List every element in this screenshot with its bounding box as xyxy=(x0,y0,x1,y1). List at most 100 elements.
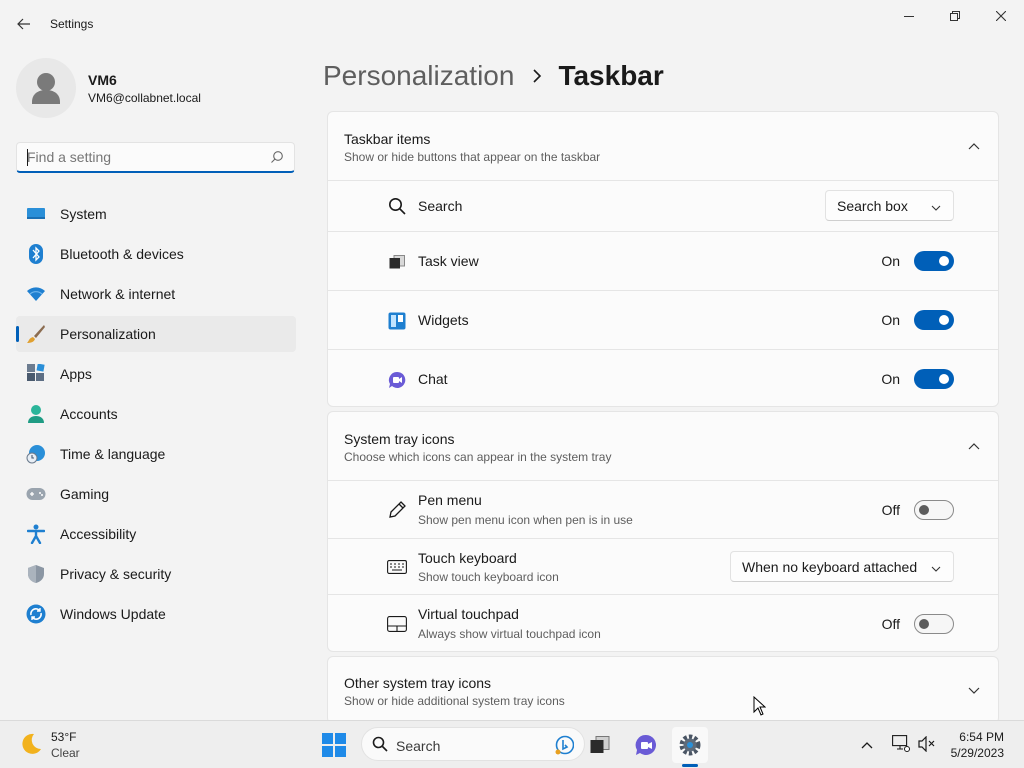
chat-row: Chat On xyxy=(328,349,998,407)
accounts-icon xyxy=(26,404,46,424)
globe-clock-icon xyxy=(26,444,46,464)
chat-button[interactable] xyxy=(628,727,664,763)
sidebar-item-personalization[interactable]: Personalization xyxy=(16,316,296,352)
clock-date[interactable]: 5/29/2023 xyxy=(951,746,1004,760)
row-label: Widgets xyxy=(418,312,469,328)
taskbar-search[interactable]: Search xyxy=(361,727,585,761)
avatar[interactable] xyxy=(16,58,76,118)
close-button[interactable] xyxy=(978,0,1024,32)
weather-condition[interactable]: Clear xyxy=(51,746,80,760)
chevron-up-icon[interactable] xyxy=(966,138,982,154)
mouse-cursor-icon xyxy=(753,695,767,721)
widgets-icon xyxy=(387,311,407,331)
network-icon[interactable] xyxy=(892,735,910,758)
widgets-toggle[interactable] xyxy=(914,310,954,330)
chevron-down-icon xyxy=(931,200,941,216)
virtual-touchpad-toggle[interactable] xyxy=(914,614,954,634)
task-view-icon xyxy=(590,736,610,753)
touch-keyboard-dropdown[interactable]: When no keyboard attached xyxy=(730,551,954,582)
settings-search[interactable] xyxy=(16,142,295,173)
sidebar-item-apps[interactable]: Apps xyxy=(16,356,296,392)
system-tray-header[interactable]: System tray icons Choose which icons can… xyxy=(328,412,998,480)
back-button[interactable] xyxy=(12,12,36,36)
sidebar-item-gaming[interactable]: Gaming xyxy=(16,476,296,512)
search-input[interactable] xyxy=(17,143,257,171)
taskbar-items-header[interactable]: Taskbar items Show or hide buttons that … xyxy=(328,112,998,180)
taskbar-search-label: Search xyxy=(396,738,441,754)
sidebar-item-label: Time & language xyxy=(60,446,166,462)
sidebar-item-accounts[interactable]: Accounts xyxy=(16,396,296,432)
weather-temperature[interactable]: 53°F xyxy=(51,730,76,744)
chevron-down-icon[interactable] xyxy=(966,683,982,699)
update-icon xyxy=(26,604,46,624)
volume-muted-icon[interactable] xyxy=(918,735,936,757)
pen-icon xyxy=(387,500,407,520)
search-icon xyxy=(387,196,407,216)
maximize-button[interactable] xyxy=(932,0,978,32)
settings-gear-icon xyxy=(679,734,701,756)
search-icon xyxy=(372,736,388,757)
search-icon xyxy=(270,150,284,169)
breadcrumb-parent[interactable]: Personalization xyxy=(323,60,514,92)
row-label: Touch keyboard xyxy=(418,550,517,566)
chat-icon xyxy=(635,734,656,755)
back-arrow-icon xyxy=(17,18,30,30)
chat-toggle[interactable] xyxy=(914,369,954,389)
pen-menu-row: Pen menu Show pen menu icon when pen is … xyxy=(328,480,998,538)
chat-icon xyxy=(387,370,407,390)
minimize-button[interactable] xyxy=(886,0,932,32)
sidebar-item-bluetooth[interactable]: Bluetooth & devices xyxy=(16,236,296,272)
toggle-state-text: Off xyxy=(881,502,900,518)
task-view-button[interactable] xyxy=(582,727,618,763)
bluetooth-icon xyxy=(26,244,46,264)
task-view-icon xyxy=(387,252,407,272)
toggle-state-text: Off xyxy=(881,616,900,632)
other-tray-header[interactable]: Other system tray icons Show or hide add… xyxy=(328,657,998,725)
brush-icon xyxy=(26,324,46,344)
sidebar-item-label: Accessibility xyxy=(60,526,137,542)
settings-app-button[interactable] xyxy=(672,727,708,763)
minimize-icon xyxy=(904,16,914,17)
sidebar-item-accessibility[interactable]: Accessibility xyxy=(16,516,296,552)
chevron-up-icon[interactable] xyxy=(966,438,982,454)
search-mode-dropdown[interactable]: Search box xyxy=(825,190,954,221)
windows-start-icon[interactable] xyxy=(322,733,346,762)
sidebar-item-privacy[interactable]: Privacy & security xyxy=(16,556,296,592)
sidebar-item-label: System xyxy=(60,206,107,222)
restore-icon xyxy=(950,11,960,21)
bing-icon[interactable] xyxy=(554,734,575,761)
task-view-row: Task view On xyxy=(328,231,998,290)
breadcrumb: Personalization Taskbar xyxy=(323,58,664,94)
page-title: Taskbar xyxy=(558,60,664,91)
card-subtitle: Choose which icons can appear in the sys… xyxy=(344,450,612,464)
sidebar-item-windows-update[interactable]: Windows Update xyxy=(16,596,296,632)
search-row: Search Search box xyxy=(328,180,998,231)
close-icon xyxy=(996,11,1006,21)
sidebar-item-label: Personalization xyxy=(60,326,156,342)
dropdown-value: When no keyboard attached xyxy=(742,558,918,575)
virtual-touchpad-row: Virtual touchpad Always show virtual tou… xyxy=(328,594,998,651)
shield-icon xyxy=(26,564,46,584)
row-description: Always show virtual touchpad icon xyxy=(418,627,601,641)
keyboard-icon xyxy=(387,557,407,577)
sidebar-item-time-language[interactable]: Time & language xyxy=(16,436,296,472)
card-title: Other system tray icons xyxy=(344,675,492,691)
sidebar-nav: System Bluetooth & devices Network & int… xyxy=(16,196,296,636)
toggle-state-text: On xyxy=(881,312,900,328)
weather-moon-icon[interactable] xyxy=(18,731,44,762)
card-subtitle: Show or hide additional system tray icon… xyxy=(344,694,565,708)
chevron-up-icon[interactable] xyxy=(860,737,874,755)
pen-menu-toggle[interactable] xyxy=(914,500,954,520)
row-label: Task view xyxy=(418,253,479,269)
dropdown-value: Search box xyxy=(837,197,908,214)
sidebar-item-system[interactable]: System xyxy=(16,196,296,232)
sidebar-item-label: Accounts xyxy=(60,406,118,422)
row-label: Pen menu xyxy=(418,492,482,508)
system-tray-card: System tray icons Choose which icons can… xyxy=(327,411,999,652)
widgets-row: Widgets On xyxy=(328,290,998,349)
clock-time[interactable]: 6:54 PM xyxy=(959,730,1004,744)
task-view-toggle[interactable] xyxy=(914,251,954,271)
row-description: Show touch keyboard icon xyxy=(418,570,559,584)
sidebar-item-network[interactable]: Network & internet xyxy=(16,276,296,312)
row-label: Search xyxy=(418,198,463,214)
